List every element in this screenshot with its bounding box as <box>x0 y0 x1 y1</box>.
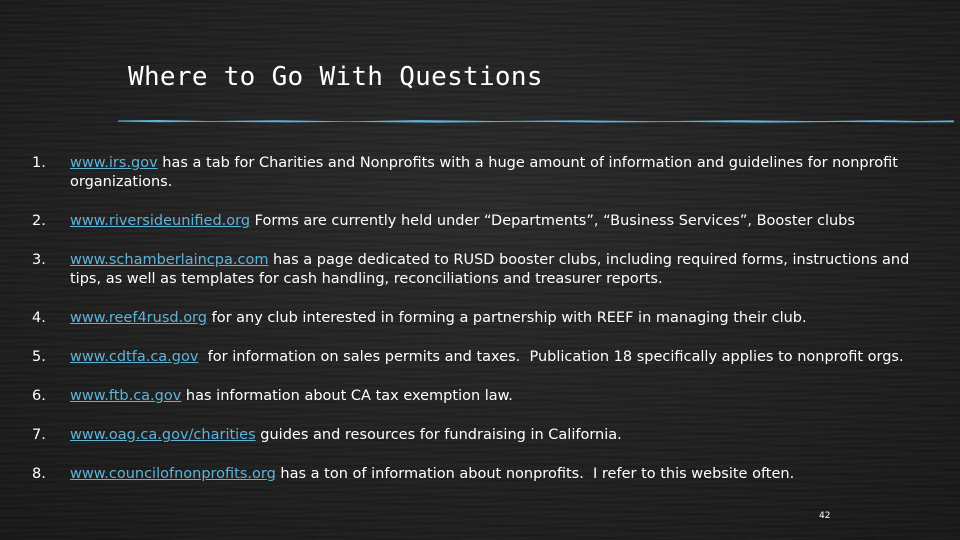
item-number: 8. <box>32 466 46 482</box>
item-description: has a ton of information about nonprofit… <box>275 466 795 482</box>
resource-link[interactable]: www.schamberlaincpa.com <box>70 252 268 268</box>
resource-link[interactable]: www.riversideunified.org <box>70 213 250 229</box>
item-description: guides and resources for fundraising in … <box>255 427 622 443</box>
item-number: 1. <box>32 155 46 171</box>
list-item: 3. www.schamberlaincpa.com has a page ded… <box>32 251 942 289</box>
list-item: 1. www.irs.gov has a tab for Charities an… <box>32 154 942 192</box>
list-item: 8. www.councilofnonprofits.org has a ton … <box>32 465 942 484</box>
slide-title: Where to Go With Questions <box>128 62 543 92</box>
item-number: 2. <box>32 213 46 229</box>
item-number: 4. <box>32 310 46 326</box>
resource-link[interactable]: www.ftb.ca.gov <box>70 388 181 404</box>
resource-link[interactable]: www.cdtfa.ca.gov <box>70 349 198 365</box>
item-number: 6. <box>32 388 46 404</box>
item-number: 5. <box>32 349 46 365</box>
page-number: 42 <box>819 511 831 521</box>
item-number: 7. <box>32 427 46 443</box>
list-item: 6. www.ftb.ca.gov has information about C… <box>32 387 942 406</box>
item-number: 3. <box>32 252 46 268</box>
resource-link[interactable]: www.reef4rusd.org <box>70 310 207 326</box>
item-description: for any club interested in forming a par… <box>206 310 807 326</box>
list-item: 7. www.oag.ca.gov/charities guides and re… <box>32 426 942 445</box>
resource-link[interactable]: www.councilofnonprofits.org <box>70 466 276 482</box>
item-description: has a tab for Charities and Nonprofits w… <box>70 155 898 190</box>
resource-list: 1. www.irs.gov has a tab for Charities an… <box>32 154 942 504</box>
resource-link[interactable]: www.irs.gov <box>70 155 158 171</box>
resource-link[interactable]: www.oag.ca.gov/charities <box>70 427 256 443</box>
list-item: 4. www.reef4rusd.org for any club interes… <box>32 309 942 328</box>
item-description: for information on sales permits and tax… <box>198 349 904 365</box>
item-description: Forms are currently held under “Departme… <box>250 213 855 229</box>
title-underline <box>118 120 954 123</box>
list-item: 5. www.cdtfa.ca.gov for information on sa… <box>32 348 942 367</box>
item-description: has information about CA tax exemption l… <box>181 388 513 404</box>
list-item: 2. www.riversideunified.org Forms are cur… <box>32 212 942 231</box>
